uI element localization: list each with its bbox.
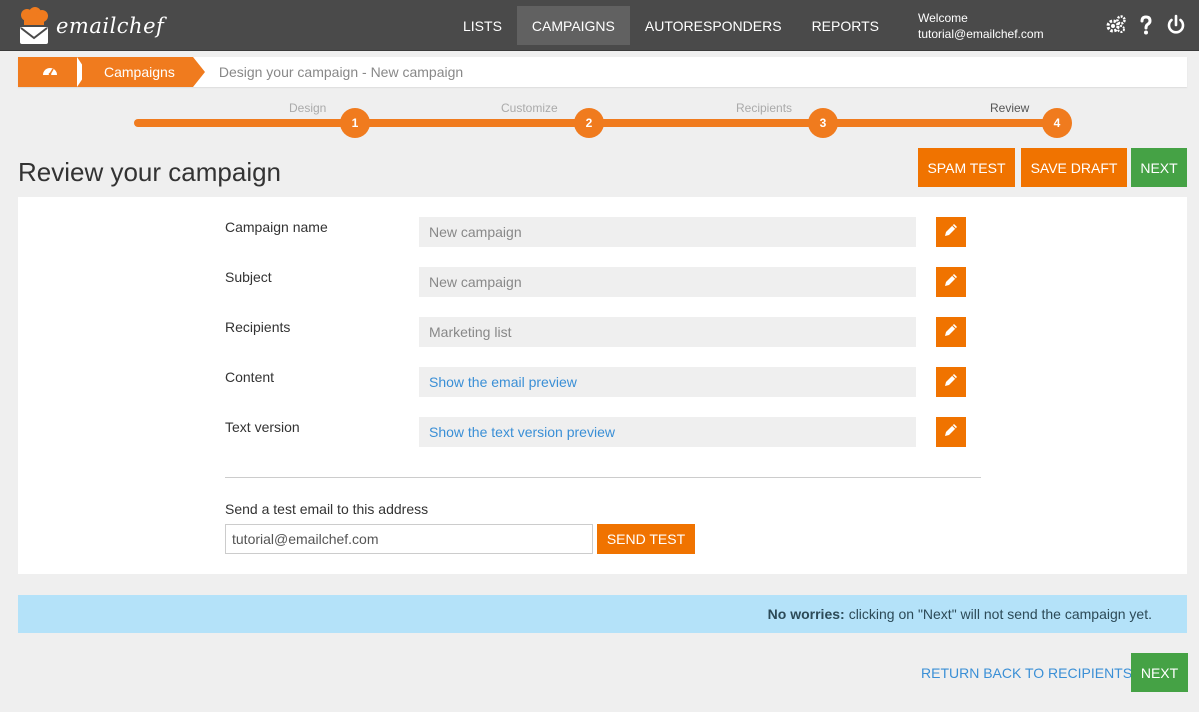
welcome-user[interactable]: Welcome tutorial@emailchef.com	[918, 10, 1044, 42]
pencil-icon	[943, 222, 959, 243]
section-divider	[225, 477, 981, 478]
review-panel: Campaign name New campaign Subject New c…	[18, 197, 1187, 574]
breadcrumb-home[interactable]	[18, 57, 87, 87]
recipients-value: Marketing list	[419, 317, 916, 347]
return-to-recipients-link[interactable]: RETURN BACK TO RECIPIENTS	[921, 665, 1132, 681]
edit-text-version-button[interactable]	[936, 417, 966, 447]
step-dot-4[interactable]: 4	[1042, 108, 1072, 138]
campaign-name-value: New campaign	[419, 217, 916, 247]
spam-test-button[interactable]: SPAM TEST	[918, 148, 1015, 187]
text-version-label: Text version	[225, 419, 300, 435]
page-title: Review your campaign	[18, 157, 282, 187]
send-test-button[interactable]: SEND TEST	[597, 524, 695, 554]
save-draft-button[interactable]: SAVE DRAFT	[1021, 148, 1127, 187]
edit-campaign-name-button[interactable]	[936, 217, 966, 247]
pencil-icon	[943, 422, 959, 443]
edit-recipients-button[interactable]	[936, 317, 966, 347]
text-version-preview-link[interactable]: Show the text version preview	[419, 417, 916, 447]
step-label-recipients: Recipients	[736, 101, 793, 115]
breadcrumb-campaigns[interactable]: Campaigns	[82, 57, 205, 87]
step-label-design: Design	[289, 101, 327, 115]
dashboard-icon	[42, 63, 58, 81]
info-notice: No worries: clicking on "Next" will not …	[18, 595, 1187, 633]
logo-text: emailchef	[56, 14, 165, 38]
top-icon-group	[1105, 14, 1187, 36]
breadcrumb-current: Design your campaign - New campaign	[218, 64, 464, 80]
subject-value: New campaign	[419, 267, 916, 297]
campaign-name-label: Campaign name	[225, 219, 328, 235]
test-email-label: Send a test email to this address	[225, 501, 429, 517]
nav-item-campaigns[interactable]: CAMPAIGNS	[516, 6, 630, 45]
power-icon[interactable]	[1165, 14, 1187, 36]
step-dot-1[interactable]: 1	[340, 108, 370, 138]
step-label-customize: Customize	[501, 101, 558, 115]
main-nav: LISTS CAMPAIGNS AUTORESPONDERS REPORTS	[448, 6, 894, 45]
edit-subject-button[interactable]	[936, 267, 966, 297]
edit-content-button[interactable]	[936, 367, 966, 397]
next-button-bottom[interactable]: NEXT	[1131, 653, 1188, 692]
pencil-icon	[943, 322, 959, 343]
step-dot-3[interactable]: 3	[808, 108, 838, 138]
step-dot-2[interactable]: 2	[574, 108, 604, 138]
subject-label: Subject	[225, 269, 272, 285]
test-email-input[interactable]	[225, 524, 593, 554]
emailchef-logo[interactable]: emailchef	[18, 6, 164, 46]
help-icon[interactable]	[1135, 14, 1157, 36]
pencil-icon	[943, 372, 959, 393]
recipients-label: Recipients	[225, 319, 291, 335]
settings-gears-icon[interactable]	[1105, 14, 1127, 36]
welcome-label: Welcome	[918, 11, 968, 25]
content-label: Content	[225, 369, 275, 385]
nav-item-reports[interactable]: REPORTS	[797, 6, 894, 45]
wizard-stepper: Design Customize Recipients Review 1 2 3…	[134, 100, 1074, 140]
nav-item-lists[interactable]: LISTS	[448, 6, 517, 45]
pencil-icon	[943, 272, 959, 293]
chef-hat-envelope-icon	[18, 7, 50, 45]
step-label-review: Review	[990, 101, 1030, 115]
email-preview-link[interactable]: Show the email preview	[419, 367, 916, 397]
breadcrumb: Campaigns Design your campaign - New cam…	[18, 57, 1187, 87]
nav-item-autoresponders[interactable]: AUTORESPONDERS	[630, 6, 797, 45]
top-navbar: emailchef LISTS CAMPAIGNS AUTORESPONDERS…	[0, 0, 1199, 51]
info-notice-text: clicking on "Next" will not send the cam…	[848, 606, 1152, 622]
user-email: tutorial@emailchef.com	[918, 27, 1044, 41]
info-notice-bold: No worries:	[767, 606, 845, 622]
next-button-top[interactable]: NEXT	[1131, 148, 1187, 187]
